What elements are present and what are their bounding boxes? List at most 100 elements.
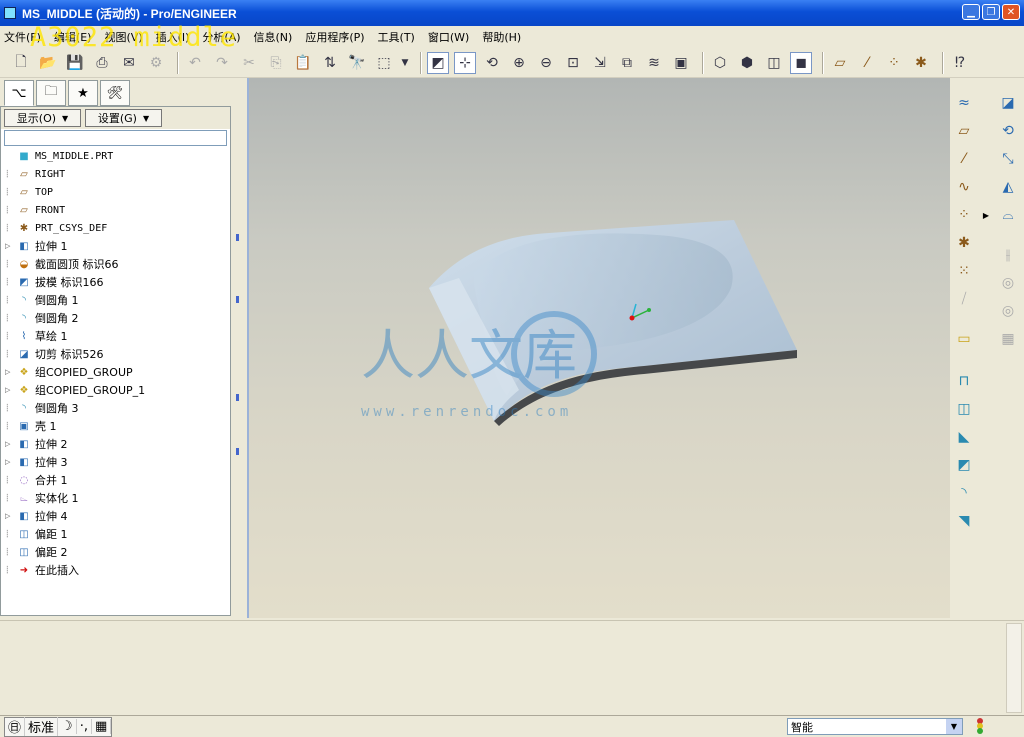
model-tree-item[interactable]: ┊ ◝ 倒圆角 2	[5, 309, 227, 327]
boundary-blend-icon[interactable]: ⌓	[997, 204, 1019, 226]
menu-item[interactable]: 信息(N)	[254, 29, 293, 45]
send-mail-icon[interactable]: ✉	[118, 52, 140, 74]
model-tree-item[interactable]: ▷ ◧ 拉伸 1	[5, 237, 227, 255]
csys-tool-icon[interactable]: ✱	[953, 232, 975, 254]
no-hidden-icon[interactable]: ◫	[763, 52, 785, 74]
hole-tool-icon[interactable]: ⊓	[953, 370, 975, 392]
ime-punct-icon[interactable]: ·,	[77, 719, 92, 734]
ime-toolbar[interactable]: ㊐ 标准 ☽ ·, ▦	[4, 716, 113, 737]
zoom-out-icon[interactable]: ⊖	[535, 52, 557, 74]
orient-mode-icon[interactable]: ⟲	[481, 52, 503, 74]
regenerate-icon[interactable]: ⚙	[145, 52, 167, 74]
model-tree-item[interactable]: ▷ ◧ 拉伸 2	[5, 435, 227, 453]
ime-mode-label[interactable]: 标准	[25, 717, 59, 736]
hidden-line-icon[interactable]: ⬢	[736, 52, 758, 74]
select-dropdown-icon[interactable]: ▼	[400, 52, 410, 74]
sweep-tool-icon[interactable]: ⤡	[997, 148, 1019, 170]
trim-tool-icon[interactable]: ◎	[997, 300, 1019, 322]
folder-browser-tab-icon[interactable]: 🗀	[36, 80, 66, 106]
menu-item[interactable]: 应用程序(P)	[305, 29, 364, 45]
expand-arrow-icon[interactable]: ▷	[5, 512, 14, 520]
wireframe-icon[interactable]: ⬡	[709, 52, 731, 74]
round-tool-icon[interactable]: ◝	[953, 482, 975, 504]
find-icon[interactable]: 🔭	[346, 52, 368, 74]
graphics-viewport[interactable]: 人人文库 www.renrendoc.com	[247, 78, 950, 618]
zoom-in-icon[interactable]: ⊕	[508, 52, 530, 74]
model-tree-item[interactable]: ┊ ➜ 在此插入	[5, 561, 227, 579]
context-help-icon[interactable]: ⁉	[949, 52, 971, 74]
model-tree-item[interactable]: ┊ ◪ 切剪 标识526	[5, 345, 227, 363]
model-tree-item[interactable]: ■ MS_MIDDLE.PRT	[5, 147, 227, 165]
reorient-icon[interactable]: ⇲	[589, 52, 611, 74]
model-tree-item[interactable]: ▷ ❖ 组COPIED_GROUP_1	[5, 381, 227, 399]
expand-arrow-icon[interactable]: ▷	[5, 386, 14, 394]
spin-center-icon[interactable]: ⊹	[454, 51, 476, 74]
model-tree-item[interactable]: ┊ ✱ PRT_CSYS_DEF	[5, 219, 227, 237]
ime-keyboard-icon[interactable]: ▦	[92, 719, 112, 734]
favorites-tab-icon[interactable]: ★	[68, 80, 98, 106]
datum-point-display-icon[interactable]: ⁘	[883, 52, 905, 74]
model-tree-item[interactable]: ┊ ⌳ 实体化 1	[5, 489, 227, 507]
sketched-datum-curve-icon[interactable]: ≈	[953, 92, 975, 114]
message-scrollbar[interactable]	[1006, 623, 1022, 713]
settings-dropdown[interactable]: 设置(G) ▼	[85, 109, 162, 127]
model-tree-item[interactable]: ┊ ▱ TOP	[5, 183, 227, 201]
model-tree-item[interactable]: ┊ ◫ 偏距 2	[5, 543, 227, 561]
expand-arrow-icon[interactable]: ▷	[5, 368, 14, 376]
menu-item[interactable]: 帮助(H)	[482, 29, 521, 45]
menu-item[interactable]: 工具(T)	[378, 29, 415, 45]
datum-point-tool-icon[interactable]: ⁘	[953, 204, 975, 226]
model-tree-item[interactable]: ▷ ◧ 拉伸 4	[5, 507, 227, 525]
csys-display-icon[interactable]: ✱	[910, 52, 932, 74]
pattern-tool-icon[interactable]: ▦	[997, 328, 1019, 350]
model-tree-item[interactable]: ┊ ◒ 截面圆顶 标识66	[5, 255, 227, 273]
print-icon[interactable]: ⎙	[91, 52, 113, 74]
model-tree-item[interactable]: ┊ ▣ 壳 1	[5, 417, 227, 435]
cut-icon[interactable]: ✂	[238, 52, 260, 74]
copy-icon[interactable]: ⎘	[265, 52, 287, 74]
ime-fullwidth-icon[interactable]: ☽	[58, 719, 77, 734]
show-dropdown[interactable]: 显示(O) ▼	[4, 109, 81, 127]
analysis-feature-icon[interactable]: ⁙	[953, 260, 975, 282]
model-tree-item[interactable]: ┊ ◫ 偏距 1	[5, 525, 227, 543]
panel-splitter[interactable]	[232, 78, 246, 618]
regenerate-model-icon[interactable]: ⇅	[319, 52, 341, 74]
model-tree-item[interactable]: ┊ ◌ 合并 1	[5, 471, 227, 489]
maximize-button[interactable]: ❐	[982, 4, 1000, 20]
shell-tool-icon[interactable]: ◫	[953, 398, 975, 420]
model-tree-item[interactable]: ┊ ▱ FRONT	[5, 201, 227, 219]
view-manager-icon[interactable]: ▣	[670, 52, 692, 74]
refit-icon[interactable]: ⊡	[562, 52, 584, 74]
paste-icon[interactable]: 📋	[292, 52, 314, 74]
minimize-button[interactable]: ▁	[962, 4, 980, 20]
select-box-icon[interactable]: ⬚	[373, 52, 395, 74]
saved-views-icon[interactable]: ⧉	[616, 52, 638, 74]
draft-tool-icon[interactable]: ◩	[953, 454, 975, 476]
constraint-icon[interactable]: ⧸	[953, 288, 975, 310]
extrude-tool-icon[interactable]: ◪	[997, 92, 1019, 114]
model-tree-item[interactable]: ┊ ⌇ 草绘 1	[5, 327, 227, 345]
shading-icon[interactable]: ◼	[790, 51, 812, 74]
model-tree-item[interactable]: ┊ ◝ 倒圆角 3	[5, 399, 227, 417]
model-tree-item[interactable]: ┊ ▱ RIGHT	[5, 165, 227, 183]
tree-filter-field[interactable]	[4, 130, 227, 146]
model-tree-item[interactable]: ▷ ❖ 组COPIED_GROUP	[5, 363, 227, 381]
datum-plane-tool-icon[interactable]: ▱	[953, 120, 975, 142]
selection-filter-select[interactable]: 智能 ▼	[787, 718, 963, 735]
rib-tool-icon[interactable]: ◣	[953, 426, 975, 448]
undo-icon[interactable]: ↶	[184, 52, 206, 74]
model-tree-tab-icon[interactable]: ⌥	[4, 80, 34, 106]
model-tree-item[interactable]: ▷ ◧ 拉伸 3	[5, 453, 227, 471]
expand-arrow-icon[interactable]: ▷	[5, 458, 14, 466]
redo-icon[interactable]: ↷	[211, 52, 233, 74]
layers-icon[interactable]: ≋	[643, 52, 665, 74]
save-icon[interactable]: 💾	[64, 52, 86, 74]
repaint-icon[interactable]: ◩	[427, 51, 449, 74]
open-folder-icon[interactable]: 📂	[37, 52, 59, 74]
merge-tool-icon[interactable]: ◎	[997, 272, 1019, 294]
datum-axis-tool-icon[interactable]: ⁄	[953, 148, 975, 170]
connections-tab-icon[interactable]: 🛠	[100, 80, 130, 106]
annotation-feature-icon[interactable]: ▭	[953, 328, 975, 350]
expand-arrow-icon[interactable]: ▷	[5, 242, 14, 250]
chevron-down-icon[interactable]: ▼	[946, 719, 962, 734]
